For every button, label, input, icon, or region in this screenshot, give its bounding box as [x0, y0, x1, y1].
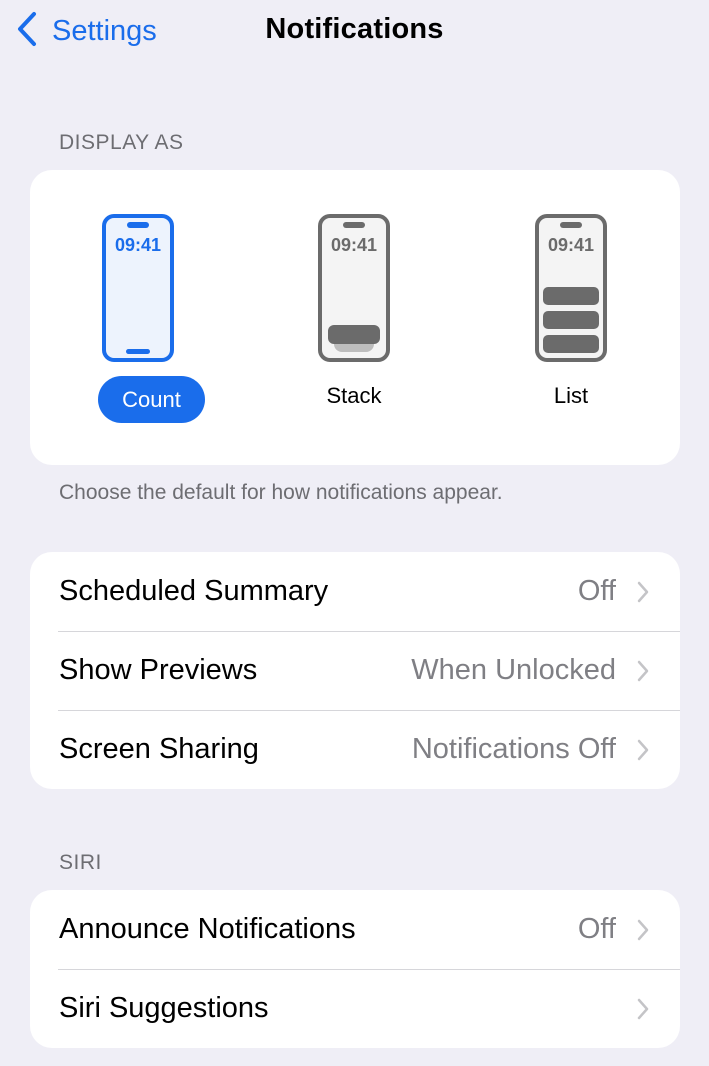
row-siri-suggestions[interactable]: Siri Suggestions [30, 969, 680, 1048]
section-header-siri: SIRI [59, 851, 102, 874]
list-notification-bar [543, 287, 599, 305]
chevron-right-icon [637, 998, 649, 1019]
section-header-display-as: DISPLAY AS [59, 131, 184, 154]
stacked-notification-front [328, 325, 380, 344]
display-as-footer: Choose the default for how notifications… [59, 481, 503, 504]
row-announce-notifications[interactable]: Announce Notifications Off [30, 890, 680, 969]
row-label: Show Previews [59, 654, 258, 686]
chevron-right-icon [637, 919, 649, 940]
list-notification-bar [543, 311, 599, 329]
list-notification-bar [543, 335, 599, 353]
row-label: Scheduled Summary [59, 575, 329, 607]
display-option-list[interactable]: 09:41 List [463, 170, 679, 465]
phone-list-icon: 09:41 [535, 214, 607, 362]
row-value: When Unlocked [411, 654, 616, 686]
phone-clock: 09:41 [114, 235, 162, 255]
phone-count-icon: 09:41 [102, 214, 174, 362]
row-value: Off [577, 575, 616, 607]
row-value: Notifications Off [411, 733, 616, 765]
option-label-list[interactable]: List [463, 383, 679, 409]
display-as-card: 09:41 Count 09:41 Stack 09:41 List [30, 170, 680, 465]
siri-settings-group: Announce Notifications Off Siri Suggesti… [30, 890, 680, 1048]
dynamic-island [343, 222, 365, 228]
chevron-right-icon [637, 581, 649, 602]
display-option-count[interactable]: 09:41 Count [30, 170, 246, 465]
display-option-stack[interactable]: 09:41 Stack [246, 170, 462, 465]
row-screen-sharing[interactable]: Screen Sharing Notifications Off [30, 710, 680, 789]
option-label-stack[interactable]: Stack [246, 383, 462, 409]
phone-stack-icon: 09:41 [318, 214, 390, 362]
option-label-count[interactable]: Count [98, 376, 205, 423]
row-label: Announce Notifications [59, 913, 356, 945]
chevron-right-icon [637, 660, 649, 681]
home-indicator [126, 349, 150, 354]
page-title: Notifications [265, 13, 444, 45]
phone-clock: 09:41 [330, 235, 378, 255]
dynamic-island [127, 222, 149, 228]
row-label: Screen Sharing [59, 733, 259, 765]
row-show-previews[interactable]: Show Previews When Unlocked [30, 631, 680, 710]
navigation-bar: Settings Notifications [0, 0, 709, 62]
row-scheduled-summary[interactable]: Scheduled Summary Off [30, 552, 680, 631]
row-value: Off [577, 913, 616, 945]
phone-clock: 09:41 [547, 235, 595, 255]
notification-settings-group: Scheduled Summary Off Show Previews When… [30, 552, 680, 789]
dynamic-island [560, 222, 582, 228]
row-label: Siri Suggestions [59, 992, 269, 1024]
chevron-right-icon [637, 739, 649, 760]
